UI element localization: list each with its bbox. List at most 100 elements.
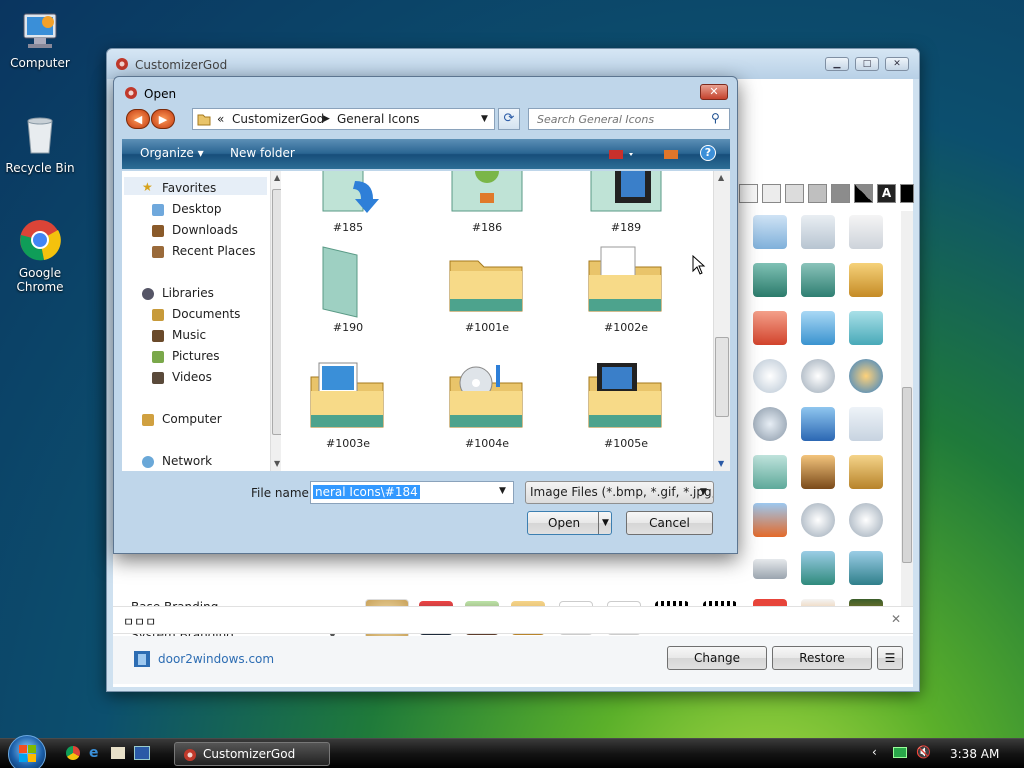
organize-menu[interactable]: Organize ▾ xyxy=(140,146,204,160)
grid-icon-font-green[interactable] xyxy=(753,455,787,489)
grid-icon-font-red[interactable] xyxy=(753,311,787,345)
file-item[interactable]: #1004e xyxy=(432,357,542,450)
icon-grid-scrollbar[interactable] xyxy=(901,211,913,631)
file-item[interactable]: #186 xyxy=(432,171,542,234)
file-type-select[interactable]: Image Files (*.bmp, *.gif, *.jpg, ▼ xyxy=(525,481,714,504)
minimize-button[interactable]: ▁ xyxy=(825,57,849,71)
file-name-value[interactable]: neral Icons\#184 xyxy=(313,485,420,499)
grid-icon-dvd-film[interactable] xyxy=(801,359,835,393)
breadcrumb-item-customizergod[interactable]: CustomizerGod xyxy=(232,109,324,129)
swatch-white[interactable] xyxy=(739,184,758,203)
file-item[interactable]: #1001e xyxy=(432,241,542,334)
grid-icon-papers[interactable] xyxy=(801,215,835,249)
swatch-light[interactable] xyxy=(762,184,781,203)
search-box[interactable]: ⚲ xyxy=(528,108,730,130)
breadcrumb-prefix[interactable]: « xyxy=(217,109,224,129)
file-name-dropdown-icon[interactable]: ▼ xyxy=(499,486,506,496)
file-item[interactable]: #190 xyxy=(293,241,403,334)
ie-quicklaunch-icon[interactable]: e xyxy=(89,745,99,761)
scroll-down-icon[interactable]: ▼ xyxy=(274,459,280,468)
grid-icon-dvd-r[interactable] xyxy=(801,503,835,537)
nav-favorites[interactable]: Favorites xyxy=(162,181,216,195)
swatch-black[interactable] xyxy=(900,184,914,203)
file-type-dropdown-icon[interactable]: ▼ xyxy=(700,482,707,503)
open-dialog-close-button[interactable]: ✕ xyxy=(700,84,728,100)
scroll-up-icon[interactable]: ▲ xyxy=(718,173,724,182)
desktop-icon-computer[interactable]: Computer xyxy=(0,8,80,70)
breadcrumb-dropdown-icon[interactable]: ▼ xyxy=(481,109,488,129)
grid-icon-keyboard[interactable] xyxy=(753,559,787,579)
file-item[interactable]: #185 xyxy=(293,171,403,234)
swatch-darkgray[interactable] xyxy=(831,184,850,203)
desktop-quicklaunch-icon[interactable] xyxy=(134,746,150,760)
new-folder-button[interactable]: New folder xyxy=(230,146,295,160)
swatch-text-a[interactable]: A xyxy=(877,184,896,203)
menu-button[interactable]: ☰ xyxy=(877,646,903,670)
grid-icon-network[interactable] xyxy=(801,407,835,441)
grid-icon-help-disc[interactable] xyxy=(753,407,787,441)
grid-icon-doc-download[interactable] xyxy=(849,551,883,585)
help-icon[interactable]: ? xyxy=(700,145,716,161)
file-item[interactable]: #1005e xyxy=(571,357,681,450)
tray-expand-icon[interactable]: ‹ xyxy=(872,745,877,759)
grid-icon-folder-docs[interactable] xyxy=(849,263,883,297)
scrollbar-thumb[interactable] xyxy=(902,387,912,563)
grid-icon-pages[interactable] xyxy=(849,407,883,441)
scroll-down-icon[interactable]: ▼ xyxy=(718,459,724,468)
nav-downloads[interactable]: Downloads xyxy=(172,223,238,237)
file-item[interactable]: #1002e xyxy=(571,241,681,334)
network-tray-icon[interactable] xyxy=(893,747,907,758)
volume-muted-icon[interactable]: 🔇 xyxy=(916,745,931,759)
clock[interactable]: 3:38 AM xyxy=(950,747,999,761)
back-arrow-icon[interactable]: ◀ xyxy=(126,109,150,129)
grid-icon-easel[interactable] xyxy=(849,215,883,249)
grid-icon-dvd[interactable] xyxy=(753,359,787,393)
door2windows-link[interactable]: door2windows.com xyxy=(158,652,274,666)
grid-icon-doc-screen[interactable] xyxy=(801,551,835,585)
breadcrumb-item-general-icons[interactable]: General Icons xyxy=(337,109,419,129)
views-icon[interactable] xyxy=(609,149,637,164)
nav-recent-places[interactable]: Recent Places xyxy=(172,244,255,258)
nav-documents[interactable]: Documents xyxy=(172,307,240,321)
explorer-quicklaunch-icon[interactable] xyxy=(111,747,125,759)
desktop-icon-recycle-bin[interactable]: Recycle Bin xyxy=(0,113,80,175)
grid-icon-monitor[interactable] xyxy=(801,455,835,489)
maximize-button[interactable]: □ xyxy=(855,57,879,71)
swatch-pattern[interactable] xyxy=(854,184,873,203)
file-name-input[interactable]: neral Icons\#184 ▼ xyxy=(310,481,514,504)
swatch-gray[interactable] xyxy=(808,184,827,203)
nav-videos[interactable]: Videos xyxy=(172,370,212,384)
taskbar-item-customizergod[interactable]: CustomizerGod xyxy=(174,742,330,766)
grid-icon-doc-teal[interactable] xyxy=(801,263,835,297)
refresh-button[interactable]: ⟳ xyxy=(498,108,520,130)
window-titlebar[interactable]: CustomizerGod ▁ □ ✕ xyxy=(107,49,919,79)
file-item[interactable]: #189 xyxy=(571,171,681,234)
nav-desktop[interactable]: Desktop xyxy=(172,202,222,216)
grid-icon-doc-green[interactable] xyxy=(753,263,787,297)
grid-icon-dvd-rw[interactable] xyxy=(849,503,883,537)
start-button[interactable] xyxy=(8,735,46,768)
cancel-button[interactable]: Cancel xyxy=(626,511,713,535)
grid-icon-transfer[interactable] xyxy=(753,503,787,537)
address-breadcrumb[interactable]: « CustomizerGod ▶ General Icons ▼ xyxy=(192,108,495,130)
chrome-quicklaunch-icon[interactable] xyxy=(66,746,80,760)
notification-close-icon[interactable]: ✕ xyxy=(891,612,901,626)
nav-network[interactable]: Network xyxy=(162,454,212,468)
nav-computer[interactable]: Computer xyxy=(162,412,222,426)
preview-pane-icon[interactable] xyxy=(663,149,679,164)
file-scrollbar[interactable]: ▲ ▼ xyxy=(713,171,730,471)
breadcrumb-separator-icon[interactable]: ▶ xyxy=(323,109,330,129)
close-button[interactable]: ✕ xyxy=(885,57,909,71)
desktop-icon-google-chrome[interactable]: Google Chrome xyxy=(0,218,80,294)
restore-button[interactable]: Restore xyxy=(772,646,872,670)
change-button[interactable]: Change xyxy=(667,646,767,670)
search-icon[interactable]: ⚲ xyxy=(711,111,720,125)
grid-icon-font-teal[interactable] xyxy=(849,311,883,345)
grid-icon-computer[interactable] xyxy=(753,215,787,249)
nav-music[interactable]: Music xyxy=(172,328,206,342)
nav-pictures[interactable]: Pictures xyxy=(172,349,220,363)
nav-libraries[interactable]: Libraries xyxy=(162,286,214,300)
search-input[interactable] xyxy=(529,109,707,129)
grid-icon-globe[interactable] xyxy=(849,359,883,393)
swatch-lightgray[interactable] xyxy=(785,184,804,203)
